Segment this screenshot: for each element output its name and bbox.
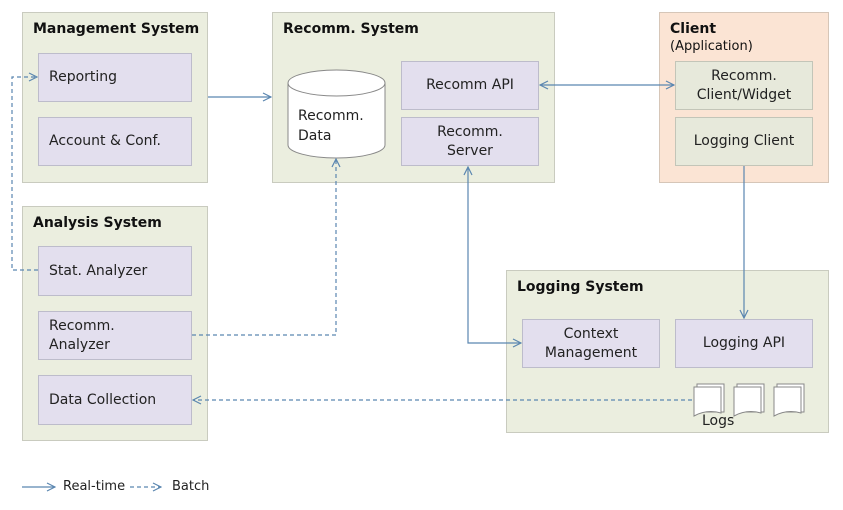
legend-batch-label: Batch [172, 479, 210, 494]
logs-label: Logs [702, 413, 735, 429]
architecture-diagram: Management System Reporting Account & Co… [0, 0, 843, 510]
recomm-data-label: Recomm. Data [298, 106, 364, 146]
label: Recomm. [298, 108, 364, 124]
legend-realtime-label: Real-time [63, 479, 126, 494]
dashed-arrow-analyzer-to-data [192, 159, 336, 336]
connectors [11, 69, 805, 510]
dashed-arrow-stat-to-reporting [11, 77, 38, 271]
logs-document-icons [693, 383, 805, 417]
label: Data [298, 128, 332, 144]
arrow-server-context [468, 167, 521, 343]
